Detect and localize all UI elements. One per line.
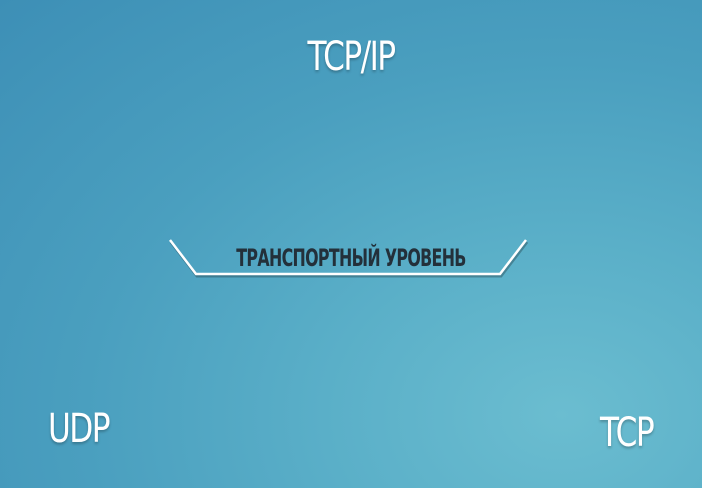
udp-label: UDP [48,406,111,452]
slide-title: TCP/IP [307,34,396,80]
slide: TCP/IP ТРАНСПОРТНЫЙ УРОВЕНЬ UDP TCP [0,0,702,488]
transport-layer-label: ТРАНСПОРТНЫЙ УРОВЕНЬ [236,244,466,272]
tcp-label: TCP [600,410,655,456]
